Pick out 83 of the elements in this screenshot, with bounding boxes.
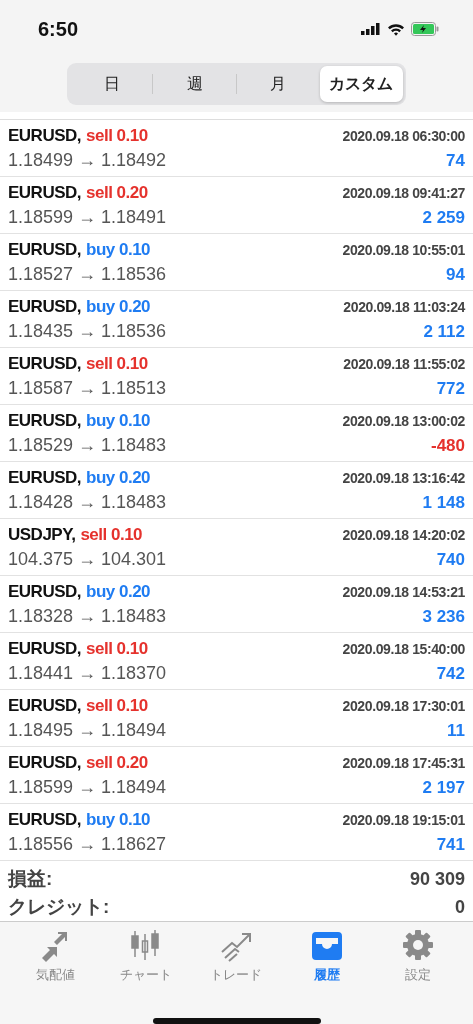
profit-value: 3 236 bbox=[422, 606, 465, 627]
price-change: 1.18599 → 1.18494 bbox=[8, 776, 167, 798]
trade-time: 2020.09.18 10:55:01 bbox=[342, 241, 465, 258]
symbol-label: USDJPY, bbox=[8, 524, 76, 544]
order-type: buy 0.10 bbox=[86, 809, 151, 829]
total-label: 損益: bbox=[8, 867, 53, 891]
period-tab[interactable]: 週 bbox=[153, 66, 237, 102]
symbol-label: EURUSD, bbox=[8, 695, 81, 715]
trade-time: 2020.09.18 09:41:27 bbox=[342, 184, 465, 201]
order-type: buy 0.10 bbox=[86, 410, 151, 430]
total-value: 0 bbox=[455, 896, 465, 918]
price-change: 1.18435 → 1.18536 bbox=[8, 320, 167, 342]
symbol-label: EURUSD, bbox=[8, 809, 81, 829]
profit-value: 740 bbox=[436, 549, 465, 570]
profit-value: 2 197 bbox=[422, 777, 465, 798]
trade-time: 2020.09.18 17:30:01 bbox=[342, 697, 465, 714]
price-change: 1.18328 → 1.18483 bbox=[8, 605, 167, 627]
price-change: 1.18527 → 1.18536 bbox=[8, 263, 167, 285]
profit-value: 742 bbox=[436, 663, 465, 684]
tab-bar-item[interactable]: チャート bbox=[103, 928, 188, 984]
profit-value: 741 bbox=[436, 834, 465, 855]
tab-bar-item[interactable]: 履歴 bbox=[285, 928, 370, 984]
symbol-label: EURUSD, bbox=[8, 752, 81, 772]
symbol-label: EURUSD, bbox=[8, 467, 81, 487]
status-time: 6:50 bbox=[38, 17, 79, 41]
period-tab[interactable]: 月 bbox=[236, 66, 320, 102]
profit-value: 1 148 bbox=[422, 492, 465, 513]
trade-time: 2020.09.18 14:20:02 bbox=[342, 526, 465, 543]
symbol-label: EURUSD, bbox=[8, 125, 81, 145]
profit-value: 772 bbox=[436, 378, 465, 399]
order-type: sell 0.20 bbox=[86, 182, 148, 202]
period-tab[interactable]: 日 bbox=[70, 66, 154, 102]
trade-time: 2020.09.18 06:30:00 bbox=[342, 127, 465, 144]
battery-charging-icon bbox=[411, 22, 439, 36]
price-change: 1.18556 → 1.18627 bbox=[8, 833, 167, 855]
settings-icon bbox=[400, 928, 435, 962]
price-change: 1.18587 → 1.18513 bbox=[8, 377, 167, 399]
symbol-label: EURUSD, bbox=[8, 581, 81, 601]
order-type: sell 0.10 bbox=[86, 638, 148, 658]
price-change: 104.375 → 104.301 bbox=[8, 548, 167, 570]
trade-time: 2020.09.18 17:45:31 bbox=[342, 754, 465, 771]
profit-value: 74 bbox=[446, 150, 465, 171]
price-change: 1.18529 → 1.18483 bbox=[8, 434, 167, 456]
symbol-label: EURUSD, bbox=[8, 353, 81, 373]
trade-time: 2020.09.18 14:53:21 bbox=[342, 583, 465, 600]
price-change: 1.18599 → 1.18491 bbox=[8, 206, 167, 228]
symbol-label: EURUSD, bbox=[8, 638, 81, 658]
order-type: buy 0.20 bbox=[86, 296, 151, 316]
period-tab[interactable]: カスタム bbox=[319, 66, 403, 102]
trade-time: 2020.09.18 11:55:02 bbox=[343, 355, 465, 372]
symbol-label: EURUSD, bbox=[8, 296, 81, 316]
order-type: buy 0.20 bbox=[86, 467, 151, 487]
price-change: 1.18441 → 1.18370 bbox=[8, 662, 167, 684]
trade-time: 2020.09.18 15:40:00 bbox=[342, 640, 465, 657]
trade-time: 2020.09.18 13:16:42 bbox=[342, 469, 465, 486]
trade-time: 2020.09.18 13:00:02 bbox=[342, 412, 465, 429]
total-value: 90 309 bbox=[409, 868, 465, 890]
trade-time: 2020.09.18 11:03:24 bbox=[343, 298, 465, 315]
price-change: 1.18428 → 1.18483 bbox=[8, 491, 167, 513]
signal-icon bbox=[361, 23, 381, 35]
symbol-label: EURUSD, bbox=[8, 239, 81, 259]
tab-bar-item[interactable]: 設定 bbox=[375, 928, 460, 984]
price-change: 1.18495 → 1.18494 bbox=[8, 719, 167, 741]
order-type: buy 0.20 bbox=[86, 581, 151, 601]
profit-value: 2 112 bbox=[423, 321, 465, 342]
price-change: 1.18499 → 1.18492 bbox=[8, 149, 167, 171]
order-type: sell 0.10 bbox=[86, 353, 148, 373]
profit-value: 94 bbox=[446, 264, 465, 285]
order-type: sell 0.10 bbox=[86, 695, 148, 715]
profit-value: 11 bbox=[447, 720, 465, 741]
order-type: sell 0.20 bbox=[86, 752, 148, 772]
total-label: クレジット: bbox=[8, 895, 110, 919]
wifi-icon bbox=[387, 22, 405, 36]
order-type: sell 0.10 bbox=[80, 524, 143, 544]
symbol-label: EURUSD, bbox=[8, 410, 81, 430]
order-type: sell 0.10 bbox=[86, 125, 148, 145]
tab-bar-item[interactable]: トレード bbox=[194, 928, 279, 984]
profit-value: -480 bbox=[430, 435, 465, 456]
trade-time: 2020.09.18 19:15:01 bbox=[342, 811, 465, 828]
order-type: buy 0.10 bbox=[86, 239, 151, 259]
symbol-label: EURUSD, bbox=[8, 182, 81, 202]
profit-value: 2 259 bbox=[422, 207, 465, 228]
tab-bar-item[interactable]: 気配値 bbox=[13, 928, 98, 984]
